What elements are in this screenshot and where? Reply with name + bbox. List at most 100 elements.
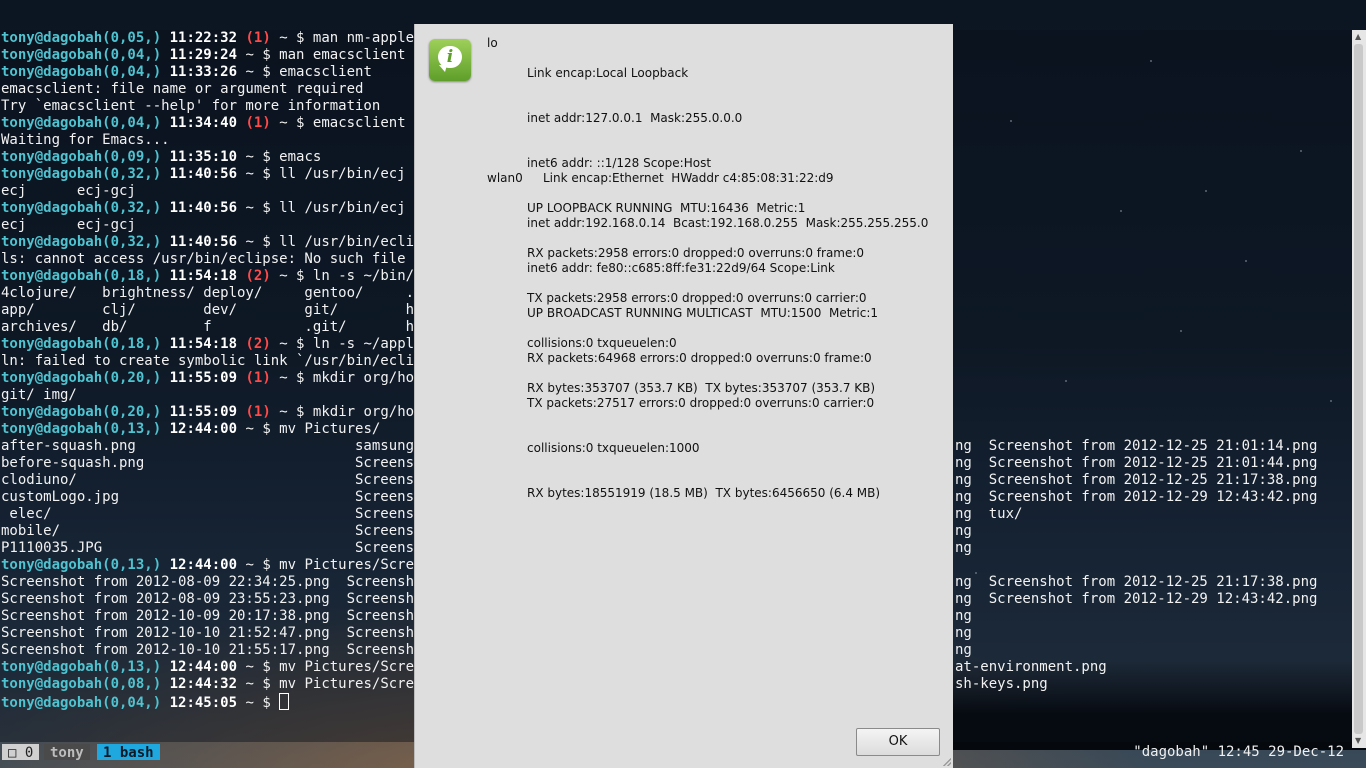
timestamp: 11:22:32 [169,30,238,46]
prompt: tony@dagobah(0,32,) [1,200,162,216]
terminal-output-line: customLogo.jpg Screenshot [1,489,448,506]
scroll-thumb[interactable] [1354,44,1363,734]
timestamp: 12:44:32 [169,676,238,692]
detail-line: collisions:0 txqueuelen:1000 [527,441,700,455]
terminal-command-line: tony@dagobah(0,05,) 11:22:32 (1) ~ $ man… [1,30,448,47]
terminal-output-line: elec/ Screenshot [1,506,448,523]
timestamp: 11:55:09 [169,370,238,386]
prompt: tony@dagobah(0,20,) [1,404,162,420]
command: ~ $ ll /usr/bin/ecj [245,166,406,182]
timestamp: 11:55:09 [169,404,238,420]
terminal-command-line: tony@dagobah(0,04,) 11:29:24 ~ $ man ema… [1,47,448,64]
output-text: ecj ecj-gcj [1,217,136,233]
detail-line: inet6 addr: ::1/128 Scope:Host [527,156,712,170]
command: ~ $ mv Pictures/ [245,421,381,437]
terminal-command-line: tony@dagobah(0,20,) 11:55:09 (1) ~ $ mkd… [1,370,448,387]
terminal-output-line: before-squash.png Screenshot [1,455,448,472]
prompt: tony@dagobah(0,18,) [1,268,162,284]
terminal-output-line: Screenshot from 2012-10-10 21:55:17.png … [1,642,448,659]
terminal-command-line: tony@dagobah(0,20,) 11:55:09 (1) ~ $ mkd… [1,404,448,421]
terminal-output[interactable]: tony@dagobah(0,05,) 11:22:32 (1) ~ $ man… [1,30,448,711]
terminal-command-line: tony@dagobah(0,04,) 11:34:40 (1) ~ $ ema… [1,115,448,132]
terminal-command-line: tony@dagobah(0,04,) 12:45:05 ~ $ [1,693,448,711]
terminal-output-line: ls: cannot access /usr/bin/eclipse: No s… [1,251,448,268]
prompt: tony@dagobah(0,04,) [1,115,162,131]
timestamp: 11:40:56 [169,166,238,182]
terminal-output-line: Try `emacsclient --help' for more inform… [1,98,448,115]
command: ~ $ ll /usr/bin/eclipse [245,234,440,250]
resize-grip-icon[interactable] [943,758,951,766]
output-text: emacsclient: file name or argument requi… [1,81,364,97]
command: ~ $ ln -s ~/bin/ [279,268,415,284]
timestamp: 12:45:05 [169,695,238,711]
prompt: tony@dagobah(0,20,) [1,370,162,386]
scroll-up-arrow-icon[interactable]: ▲ [1355,32,1363,42]
output-text: before-squash.png Screenshot [1,455,440,471]
timestamp: 11:54:18 [169,268,238,284]
output-text: git/ img/ [1,387,77,403]
terminal-command-line: tony@dagobah(0,32,) 11:40:56 ~ $ ll /usr… [1,166,448,183]
terminal-output-line: ng tux/ [955,506,1023,522]
prompt: tony@dagobah(0,13,) [1,421,162,437]
output-text: ecj ecj-gcj [1,183,136,199]
terminal-scrollbar[interactable]: ▲ ▼ [1352,30,1366,748]
output-text: Screenshot from 2012-08-09 23:55:23.png … [1,591,431,607]
command: ~ $ mv Pictures/Screens [245,557,440,573]
terminal-command-line: tony@dagobah(0,13,) 12:44:00 ~ $ mv Pict… [1,421,448,438]
command: ~ $ emacsclient -c [279,115,431,131]
detail-line: Link encap:Local Loopback [527,66,689,80]
output-text: Screenshot from 2012-10-10 21:55:17.png … [1,642,431,658]
scroll-down-arrow-icon[interactable]: ▼ [1355,736,1363,746]
command: ~ $ emacs [245,149,322,165]
terminal-command-line: tony@dagobah(0,32,) 11:40:56 ~ $ ll /usr… [1,200,448,217]
terminal-command-line: tony@dagobah(0,13,) 12:44:00 ~ $ mv Pict… [1,557,448,574]
command: ~ $ mv Pictures/Screens [245,676,440,692]
terminal-output-right-column: ng Screenshot from 2012-12-25 21:01:14.p… [955,30,1317,693]
terminal-output-line: ecj ecj-gcj [1,217,448,234]
terminal-output-line: sh-keys.png [955,676,1048,692]
output-text: Screenshot from 2012-08-09 22:34:25.png … [1,574,431,590]
text-cursor [279,693,290,710]
window-index[interactable]: □ 0 [2,744,40,761]
terminal-output-line: at-environment.png [955,659,1107,675]
exit-code: (1) [245,30,271,46]
timestamp: 11:54:18 [169,336,238,352]
terminal-output-line: ng Screenshot from 2012-12-29 12:43:42.p… [955,591,1318,607]
prompt: tony@dagobah(0,05,) [1,30,162,46]
info-bubble-tail [439,65,447,72]
output-text: Try `emacsclient --help' for more inform… [1,98,381,114]
output-text: P1110035.JPG Screenshot [1,540,440,556]
terminal-output-line: ng Screenshot from 2012-12-25 21:01:44.p… [955,455,1318,471]
timestamp: 11:35:10 [169,149,238,165]
terminal-output-line: 4clojure/ brightness/ deploy/ gentoo/ .g… [1,285,448,302]
tab-bash[interactable]: 1 bash [97,744,160,761]
ok-button[interactable]: OK [856,728,940,756]
network-info-dialog: i lo Link encap:Local Loopback inet addr… [414,24,953,768]
command: ~ $ man emacsclient [245,47,406,63]
output-text: Screenshot from 2012-10-10 21:52:47.png … [1,625,431,641]
terminal-output-line: ecj ecj-gcj [1,183,448,200]
terminal-output-line: ng [955,625,972,641]
output-text: elec/ Screenshot [1,506,440,522]
terminal-output-line: archives/ db/ f .git/ hub [1,319,448,336]
output-text: 4clojure/ brightness/ deploy/ gentoo/ .g… [1,285,440,301]
terminal-output-line: ng Screenshot from 2012-12-25 21:01:14.p… [955,438,1318,454]
prompt: tony@dagobah(0,13,) [1,557,162,573]
interface-name: wlan0 [487,171,523,185]
exit-code: (1) [245,404,271,420]
